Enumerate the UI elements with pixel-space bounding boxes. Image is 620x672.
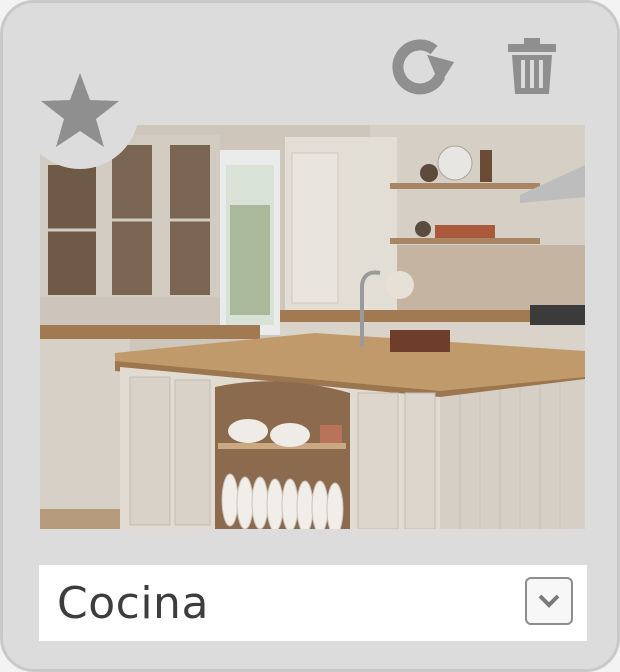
chevron-down-icon [538,594,560,608]
refresh-button[interactable] [388,31,458,101]
refresh-icon [392,39,455,95]
room-type-value: Cocina [57,577,209,629]
kitchen-photo[interactable] [40,125,585,529]
room-card: Cocina [0,0,620,672]
dropdown-toggle[interactable] [525,577,573,625]
trash-icon [508,38,556,94]
star-icon [41,73,119,147]
room-type-select[interactable]: Cocina [39,565,587,641]
favorite-button[interactable] [21,51,139,169]
delete-button[interactable] [497,31,567,101]
